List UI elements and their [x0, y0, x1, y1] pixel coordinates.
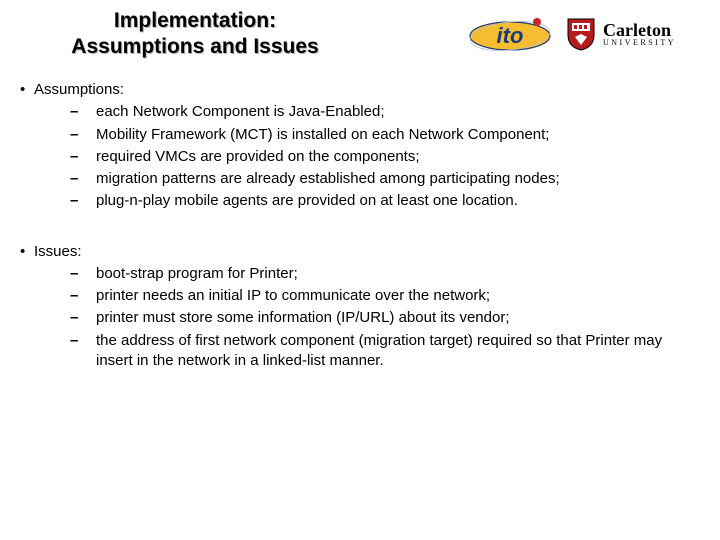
list-item-text: printer must store some information (IP/…: [96, 308, 700, 328]
ito-logo-icon: ito: [465, 14, 555, 54]
list-item-text: each Network Component is Java-Enabled;: [96, 102, 700, 122]
ito-logo-text: ito: [497, 23, 524, 48]
list-item: – plug-n-play mobile agents are provided…: [70, 191, 700, 211]
assumptions-section: • Assumptions: – each Network Component …: [20, 80, 700, 212]
dash-icon: –: [70, 102, 96, 122]
slide-title: Implementation: Assumptions and Issues: [20, 8, 370, 61]
dash-icon: –: [70, 308, 96, 328]
section-heading-text: Assumptions:: [34, 80, 124, 100]
assumptions-list: – each Network Component is Java-Enabled…: [70, 102, 700, 211]
dash-icon: –: [70, 286, 96, 306]
bullet-dot-icon: •: [20, 242, 34, 262]
carleton-crest-icon: [565, 17, 597, 51]
list-item: – required VMCs are provided on the comp…: [70, 147, 700, 167]
dash-icon: –: [70, 147, 96, 167]
list-item: – each Network Component is Java-Enabled…: [70, 102, 700, 122]
section-heading-text: Issues:: [34, 242, 82, 262]
list-item-text: boot-strap program for Printer;: [96, 264, 700, 284]
dash-icon: –: [70, 169, 96, 189]
carleton-main-text: Carleton: [603, 21, 676, 39]
title-line-1: Implementation:: [20, 8, 370, 34]
slide: Implementation: Assumptions and Issues i…: [0, 0, 720, 540]
list-item-text: the address of first network component (…: [96, 331, 700, 372]
list-item-text: migration patterns are already establish…: [96, 169, 700, 189]
list-item: – boot-strap program for Printer;: [70, 264, 700, 284]
logo-group: ito Carleton UNIVER: [465, 14, 705, 54]
carleton-wordmark: Carleton UNIVERSITY: [603, 21, 676, 47]
issues-section: • Issues: – boot-strap program for Print…: [20, 242, 700, 372]
list-item-text: required VMCs are provided on the compon…: [96, 147, 700, 167]
dash-icon: –: [70, 331, 96, 351]
title-line-2: Assumptions and Issues: [20, 34, 370, 60]
section-heading: • Issues:: [20, 242, 700, 262]
list-item-text: Mobility Framework (MCT) is installed on…: [96, 125, 700, 145]
list-item-text: printer needs an initial IP to communica…: [96, 286, 700, 306]
slide-body: • Assumptions: – each Network Component …: [20, 80, 700, 401]
list-item: – the address of first network component…: [70, 331, 700, 372]
list-item: – printer must store some information (I…: [70, 308, 700, 328]
dash-icon: –: [70, 191, 96, 211]
list-item-text: plug-n-play mobile agents are provided o…: [96, 191, 700, 211]
dash-icon: –: [70, 125, 96, 145]
carleton-sub-text: UNIVERSITY: [603, 39, 676, 47]
list-item: – Mobility Framework (MCT) is installed …: [70, 125, 700, 145]
section-heading: • Assumptions:: [20, 80, 700, 100]
list-item: – migration patterns are already establi…: [70, 169, 700, 189]
issues-list: – boot-strap program for Printer; – prin…: [70, 264, 700, 371]
slide-header: Implementation: Assumptions and Issues i…: [0, 8, 720, 72]
dash-icon: –: [70, 264, 96, 284]
list-item: – printer needs an initial IP to communi…: [70, 286, 700, 306]
bullet-dot-icon: •: [20, 80, 34, 100]
carleton-logo: Carleton UNIVERSITY: [565, 14, 705, 54]
